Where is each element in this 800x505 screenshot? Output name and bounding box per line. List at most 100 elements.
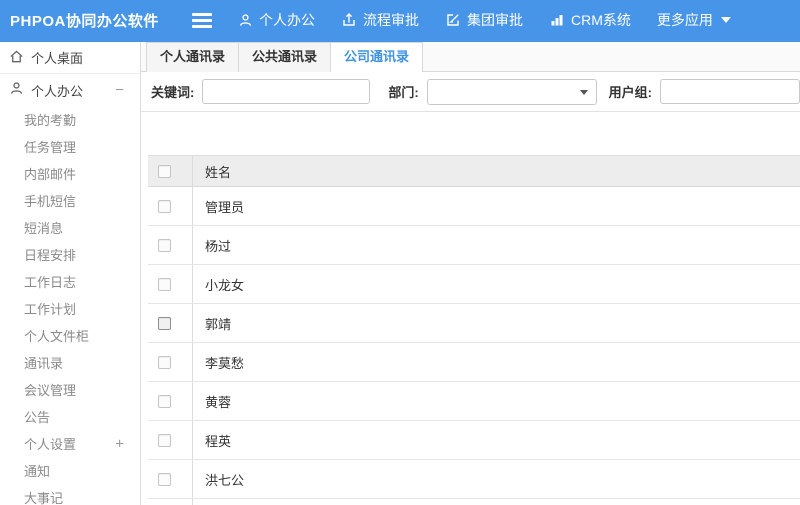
row-checkbox[interactable] [158, 316, 171, 330]
name-cell: 李莫愁 [205, 355, 245, 371]
name-cell: 管理员 [205, 199, 245, 215]
row-checkbox[interactable] [158, 433, 171, 447]
menu-toggle-icon[interactable] [192, 12, 212, 28]
sidebar: 个人桌面个人办公 − 我的考勤任务管理内部邮件手机短信短消息日程安排工作日志工作计划… [0, 42, 141, 505]
select-all-cell [148, 156, 193, 186]
edit-icon [445, 12, 461, 28]
home-icon [9, 49, 24, 67]
table-row: 杨过 [148, 226, 800, 265]
name-column-header: 姓名 [205, 164, 232, 180]
name-cell: 黄蓉 [205, 394, 232, 410]
sidebar-item-label: 个人办公 [31, 83, 84, 99]
sidebar-item-label: 个人设置 [24, 437, 77, 452]
sidebar-item-short-message[interactable]: 短消息 [0, 214, 140, 241]
name-cell: 小龙女 [205, 277, 245, 293]
row-checkbox[interactable] [158, 277, 171, 291]
sidebar-item-label: 工作日志 [24, 275, 77, 290]
top-navigation: 个人办公 流程审批 集团审批 CRM系统 更多应用 [238, 10, 731, 30]
table-row: 小龙女 [148, 265, 800, 304]
sidebar-item-work-plan[interactable]: 工作计划 [0, 295, 140, 322]
tab-company-contacts[interactable]: 公司通讯录 [330, 42, 424, 73]
name-cell: 洪七公 [205, 472, 245, 488]
name-cell: 杨过 [205, 238, 232, 254]
row-checkbox-cell [148, 265, 193, 303]
person-icon [9, 81, 24, 99]
table-header-row: 姓名 [148, 155, 800, 187]
sidebar-item-label: 手机短信 [24, 194, 77, 209]
table-row: 李莫愁 [148, 343, 800, 382]
name-cell: 郭靖 [205, 316, 232, 332]
sidebar-item-schedule[interactable]: 日程安排 [0, 241, 140, 268]
nav-workflow-approval[interactable]: 流程审批 [341, 10, 419, 30]
expand-icon[interactable]: + [115, 436, 124, 451]
row-checkbox[interactable] [158, 472, 171, 486]
sidebar-item-label: 任务管理 [24, 140, 77, 155]
app-header: PHPOA协同办公软件 个人办公 流程审批 集团审批 CRM系统 更多应用 [0, 0, 800, 42]
sidebar-item-sms[interactable]: 手机短信 [0, 187, 140, 214]
sidebar-item-label: 个人桌面 [31, 51, 84, 66]
nav-more-apps[interactable]: 更多应用 [657, 10, 731, 30]
select-all-checkbox[interactable] [158, 164, 171, 178]
sidebar-item-label: 短消息 [24, 221, 64, 236]
usergroup-label: 用户组: [608, 85, 652, 100]
sidebar-item-personal-desktop[interactable]: 个人桌面 [0, 42, 140, 74]
row-checkbox-cell [148, 343, 193, 381]
table-row: 洪七公 [148, 460, 800, 499]
table-row [148, 499, 800, 505]
row-checkbox-cell [148, 226, 193, 264]
sidebar-item-personal-files[interactable]: 个人文件柜 [0, 322, 140, 349]
collapse-icon[interactable]: − [115, 83, 124, 98]
sidebar-item-label: 公告 [24, 410, 51, 425]
sidebar-item-task-management[interactable]: 任务管理 [0, 133, 140, 160]
row-checkbox[interactable] [158, 394, 171, 408]
nav-item-label: 集团审批 [467, 12, 523, 28]
department-select[interactable] [426, 78, 597, 105]
sidebar-item-label: 大事记 [24, 491, 64, 505]
name-cell: 程英 [205, 433, 232, 449]
nav-crm-system[interactable]: CRM系统 [549, 10, 631, 30]
sidebar-item-personal-office[interactable]: 个人办公 − [0, 74, 140, 106]
row-checkbox-cell [148, 499, 193, 505]
flow-icon [341, 12, 357, 28]
nav-item-label: 个人办公 [259, 12, 315, 28]
sidebar-item-notification[interactable]: 通知 [0, 457, 140, 484]
nav-group-approval[interactable]: 集团审批 [445, 10, 523, 30]
sidebar-item-label: 我的考勤 [24, 113, 77, 128]
person-icon [238, 13, 253, 28]
sidebar-item-label: 日程安排 [24, 248, 77, 263]
keyword-input[interactable] [202, 79, 371, 104]
main-content: 个人通讯录 公共通讯录 公司通讯录 关键词: 部门: 用户组: 姓名 管理员杨过小龙… [141, 42, 800, 505]
sidebar-item-label: 通知 [24, 464, 51, 479]
chart-icon [549, 12, 565, 28]
table-row: 程英 [148, 421, 800, 460]
row-checkbox[interactable] [158, 238, 171, 252]
row-checkbox-cell [148, 460, 193, 498]
keyword-label: 关键词: [151, 85, 195, 100]
nav-personal-office[interactable]: 个人办公 [238, 10, 315, 30]
sidebar-item-announcement[interactable]: 公告 [0, 403, 140, 430]
select-caret-icon [579, 89, 588, 95]
table-row: 郭靖 [148, 304, 800, 343]
row-checkbox[interactable] [158, 199, 171, 213]
sidebar-item-internal-mail[interactable]: 内部邮件 [0, 160, 140, 187]
usergroup-input[interactable] [660, 79, 800, 104]
row-checkbox-cell [148, 187, 193, 225]
sidebar-item-contacts[interactable]: 通讯录 [0, 349, 140, 376]
department-label: 部门: [388, 85, 419, 100]
sidebar-item-work-log[interactable]: 工作日志 [0, 268, 140, 295]
sidebar-item-meeting-management[interactable]: 会议管理 [0, 376, 140, 403]
sidebar-item-personal-settings[interactable]: 个人设置 + [0, 430, 140, 457]
sidebar-item-label: 内部邮件 [24, 167, 77, 182]
tab-public-contacts[interactable]: 公共通讯录 [238, 42, 331, 72]
caret-down-icon [720, 17, 731, 23]
table-row: 管理员 [148, 187, 800, 226]
sidebar-item-memorabilia[interactable]: 大事记 [0, 484, 140, 505]
sidebar-item-my-attendance[interactable]: 我的考勤 [0, 106, 140, 133]
row-checkbox[interactable] [158, 355, 171, 369]
row-checkbox-cell [148, 421, 193, 459]
table-row: 黄蓉 [148, 382, 800, 421]
sidebar-item-label: 通讯录 [24, 356, 64, 371]
sidebar-item-label: 工作计划 [24, 302, 77, 317]
tab-personal-contacts[interactable]: 个人通讯录 [146, 42, 239, 72]
row-checkbox-cell [148, 304, 193, 342]
